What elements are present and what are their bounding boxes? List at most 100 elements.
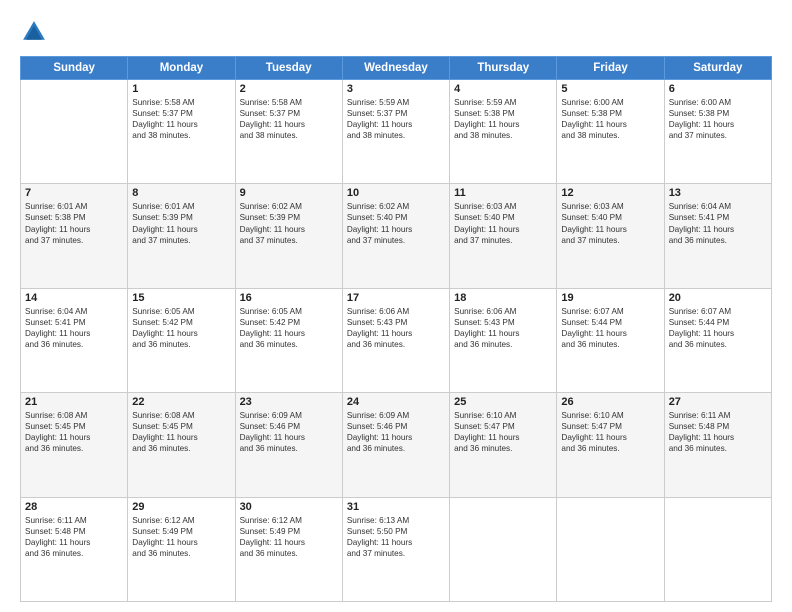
day-info: Sunrise: 6:05 AM Sunset: 5:42 PM Dayligh…: [132, 306, 230, 350]
day-info: Sunrise: 6:02 AM Sunset: 5:39 PM Dayligh…: [240, 201, 338, 245]
logo-icon: [20, 18, 48, 46]
calendar-week-2: 14 Sunrise: 6:04 AM Sunset: 5:41 PM Dayli…: [21, 288, 772, 392]
calendar-header-wednesday: Wednesday: [342, 57, 449, 80]
day-info: Sunrise: 6:02 AM Sunset: 5:40 PM Dayligh…: [347, 201, 445, 245]
day-number: 27: [669, 396, 767, 408]
day-number: 9: [240, 187, 338, 199]
day-info: Sunrise: 6:07 AM Sunset: 5:44 PM Dayligh…: [561, 306, 659, 350]
calendar-cell: 1Sunrise: 5:58 AM Sunset: 5:37 PM Daylig…: [128, 80, 235, 184]
calendar-table: SundayMondayTuesdayWednesdayThursdayFrid…: [20, 56, 772, 602]
calendar-header-saturday: Saturday: [664, 57, 771, 80]
calendar-cell: 17 Sunrise: 6:06 AM Sunset: 5:43 PM Dayli…: [342, 288, 449, 392]
calendar-week-0: 1Sunrise: 5:58 AM Sunset: 5:37 PM Daylig…: [21, 80, 772, 184]
day-number: 11: [454, 187, 552, 199]
calendar-cell: 2 Sunrise: 5:58 AM Sunset: 5:37 PM Daylig…: [235, 80, 342, 184]
day-info: Sunrise: 6:12 AM Sunset: 5:49 PM Dayligh…: [240, 515, 338, 559]
calendar-cell: 13 Sunrise: 6:04 AM Sunset: 5:41 PM Dayli…: [664, 184, 771, 288]
day-number: 6: [669, 83, 767, 95]
calendar-cell: [450, 497, 557, 601]
day-info: Sunrise: 6:08 AM Sunset: 5:45 PM Dayligh…: [25, 410, 123, 454]
day-info: Sunrise: 5:59 AM Sunset: 5:38 PM Dayligh…: [454, 97, 552, 141]
day-number: 2: [240, 83, 338, 95]
calendar-cell: 27 Sunrise: 6:11 AM Sunset: 5:48 PM Dayli…: [664, 393, 771, 497]
day-number: 5: [561, 83, 659, 95]
day-info: Sunrise: 6:03 AM Sunset: 5:40 PM Dayligh…: [561, 201, 659, 245]
calendar-cell: 3 Sunrise: 5:59 AM Sunset: 5:37 PM Daylig…: [342, 80, 449, 184]
day-info: Sunrise: 6:06 AM Sunset: 5:43 PM Dayligh…: [347, 306, 445, 350]
day-info: Sunrise: 6:08 AM Sunset: 5:45 PM Dayligh…: [132, 410, 230, 454]
day-info: Sunrise: 6:06 AM Sunset: 5:43 PM Dayligh…: [454, 306, 552, 350]
calendar-cell: 24 Sunrise: 6:09 AM Sunset: 5:46 PM Dayli…: [342, 393, 449, 497]
day-number: 28: [25, 501, 123, 513]
day-info: Sunrise: 5:58 AM Sunset: 5:37 PM Dayligh…: [240, 97, 338, 141]
calendar-header-sunday: Sunday: [21, 57, 128, 80]
day-number: 20: [669, 292, 767, 304]
calendar-cell: 26 Sunrise: 6:10 AM Sunset: 5:47 PM Dayli…: [557, 393, 664, 497]
calendar-week-3: 21 Sunrise: 6:08 AM Sunset: 5:45 PM Dayli…: [21, 393, 772, 497]
day-number: 13: [669, 187, 767, 199]
day-number: 18: [454, 292, 552, 304]
day-info: Sunrise: 5:59 AM Sunset: 5:37 PM Dayligh…: [347, 97, 445, 141]
day-number: 24: [347, 396, 445, 408]
calendar-cell: 22 Sunrise: 6:08 AM Sunset: 5:45 PM Dayli…: [128, 393, 235, 497]
day-info: Sunrise: 6:04 AM Sunset: 5:41 PM Dayligh…: [669, 201, 767, 245]
calendar-cell: 18 Sunrise: 6:06 AM Sunset: 5:43 PM Dayli…: [450, 288, 557, 392]
calendar-cell: [664, 497, 771, 601]
calendar-cell: 30 Sunrise: 6:12 AM Sunset: 5:49 PM Dayli…: [235, 497, 342, 601]
calendar-header-tuesday: Tuesday: [235, 57, 342, 80]
day-number: 21: [25, 396, 123, 408]
day-info: Sunrise: 6:10 AM Sunset: 5:47 PM Dayligh…: [454, 410, 552, 454]
day-number: 31: [347, 501, 445, 513]
day-number: 15: [132, 292, 230, 304]
calendar-week-4: 28 Sunrise: 6:11 AM Sunset: 5:48 PM Dayli…: [21, 497, 772, 601]
day-info: Sunrise: 6:01 AM Sunset: 5:39 PM Dayligh…: [132, 201, 230, 245]
page: SundayMondayTuesdayWednesdayThursdayFrid…: [0, 0, 792, 612]
calendar-cell: 4Sunrise: 5:59 AM Sunset: 5:38 PM Daylig…: [450, 80, 557, 184]
day-info: Sunrise: 6:09 AM Sunset: 5:46 PM Dayligh…: [240, 410, 338, 454]
day-number: 22: [132, 396, 230, 408]
calendar-header-row: SundayMondayTuesdayWednesdayThursdayFrid…: [21, 57, 772, 80]
calendar-cell: 11Sunrise: 6:03 AM Sunset: 5:40 PM Dayli…: [450, 184, 557, 288]
calendar-header-monday: Monday: [128, 57, 235, 80]
day-number: 26: [561, 396, 659, 408]
calendar-cell: 20 Sunrise: 6:07 AM Sunset: 5:44 PM Dayli…: [664, 288, 771, 392]
day-number: 23: [240, 396, 338, 408]
day-info: Sunrise: 6:12 AM Sunset: 5:49 PM Dayligh…: [132, 515, 230, 559]
calendar-cell: 8 Sunrise: 6:01 AM Sunset: 5:39 PM Daylig…: [128, 184, 235, 288]
day-number: 19: [561, 292, 659, 304]
day-info: Sunrise: 6:10 AM Sunset: 5:47 PM Dayligh…: [561, 410, 659, 454]
day-info: Sunrise: 6:09 AM Sunset: 5:46 PM Dayligh…: [347, 410, 445, 454]
day-info: Sunrise: 6:13 AM Sunset: 5:50 PM Dayligh…: [347, 515, 445, 559]
day-info: Sunrise: 6:00 AM Sunset: 5:38 PM Dayligh…: [561, 97, 659, 141]
day-number: 12: [561, 187, 659, 199]
header: [20, 18, 772, 46]
calendar-cell: 15 Sunrise: 6:05 AM Sunset: 5:42 PM Dayli…: [128, 288, 235, 392]
calendar-header-friday: Friday: [557, 57, 664, 80]
calendar-cell: 16Sunrise: 6:05 AM Sunset: 5:42 PM Dayli…: [235, 288, 342, 392]
day-info: Sunrise: 6:04 AM Sunset: 5:41 PM Dayligh…: [25, 306, 123, 350]
day-info: Sunrise: 5:58 AM Sunset: 5:37 PM Dayligh…: [132, 97, 230, 141]
calendar-cell: 5 Sunrise: 6:00 AM Sunset: 5:38 PM Daylig…: [557, 80, 664, 184]
calendar-cell: 29Sunrise: 6:12 AM Sunset: 5:49 PM Dayli…: [128, 497, 235, 601]
calendar-cell: 25 Sunrise: 6:10 AM Sunset: 5:47 PM Dayli…: [450, 393, 557, 497]
day-info: Sunrise: 6:07 AM Sunset: 5:44 PM Dayligh…: [669, 306, 767, 350]
calendar-cell: 23 Sunrise: 6:09 AM Sunset: 5:46 PM Dayli…: [235, 393, 342, 497]
day-number: 3: [347, 83, 445, 95]
day-number: 14: [25, 292, 123, 304]
day-info: Sunrise: 6:11 AM Sunset: 5:48 PM Dayligh…: [25, 515, 123, 559]
day-info: Sunrise: 6:11 AM Sunset: 5:48 PM Dayligh…: [669, 410, 767, 454]
calendar-cell: 14 Sunrise: 6:04 AM Sunset: 5:41 PM Dayli…: [21, 288, 128, 392]
day-number: 8: [132, 187, 230, 199]
day-number: 25: [454, 396, 552, 408]
day-number: 30: [240, 501, 338, 513]
calendar-cell: 12 Sunrise: 6:03 AM Sunset: 5:40 PM Dayli…: [557, 184, 664, 288]
logo: [20, 18, 52, 46]
day-number: 10: [347, 187, 445, 199]
calendar-cell: 19 Sunrise: 6:07 AM Sunset: 5:44 PM Dayli…: [557, 288, 664, 392]
day-info: Sunrise: 6:05 AM Sunset: 5:42 PM Dayligh…: [240, 306, 338, 350]
day-number: 17: [347, 292, 445, 304]
day-info: Sunrise: 6:00 AM Sunset: 5:38 PM Dayligh…: [669, 97, 767, 141]
calendar-cell: [557, 497, 664, 601]
day-info: Sunrise: 6:01 AM Sunset: 5:38 PM Dayligh…: [25, 201, 123, 245]
calendar-cell: 28 Sunrise: 6:11 AM Sunset: 5:48 PM Dayli…: [21, 497, 128, 601]
